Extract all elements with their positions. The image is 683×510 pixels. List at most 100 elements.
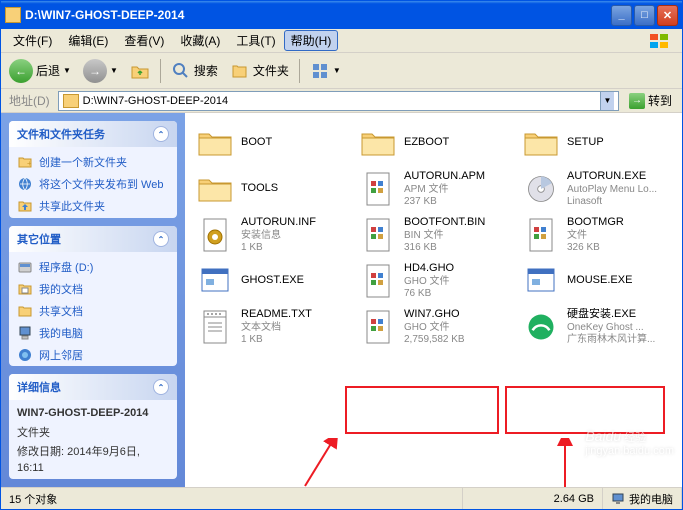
place-link[interactable]: 共享文档 [17,302,169,320]
windows-logo-icon [642,31,678,51]
file-name: BOOTFONT.BIN [404,216,509,229]
maximize-button[interactable]: □ [634,5,655,26]
file-item[interactable]: BOOTMGR文件326 KB [519,213,674,257]
file-name: 硬盘安装.EXE [567,308,672,321]
file-name: BOOTMGR [567,216,672,229]
place-link[interactable]: 程序盘 (D:) [17,258,169,276]
place-link[interactable]: 我的电脑 [17,324,169,342]
views-icon [310,61,330,81]
computer-icon [611,492,625,506]
up-button[interactable] [126,59,154,83]
task-link[interactable]: 将这个文件夹发布到 Web [17,175,169,193]
file-item[interactable]: WIN7.GHOGHO 文件2,759,582 KB [356,305,511,349]
menu-view[interactable]: 查看(V) [116,30,172,51]
file-icon [195,307,235,347]
status-size: 2.64 GB [463,488,603,509]
address-input[interactable]: D:\WIN7-GHOST-DEEP-2014 ▼ [58,91,619,111]
back-button[interactable]: ← 后退 ▼ [5,57,75,85]
folder-up-icon [130,61,150,81]
forward-button[interactable]: → ▼ [79,57,122,85]
file-name: AUTORUN.APM [404,170,509,183]
file-name: TOOLS [241,182,346,195]
file-icon [358,123,398,163]
menu-file[interactable]: 文件(F) [5,30,60,51]
file-icon [521,123,561,163]
file-icon [521,169,561,209]
detail-type: 文件夹 [17,426,169,441]
sidebar: 文件和文件夹任务 ⌃ +创建一个新文件夹将这个文件夹发布到 Web共享此文件夹 … [1,113,185,487]
file-item[interactable]: EZBOOT [356,121,511,165]
go-button[interactable]: → 转到 [623,92,678,109]
file-name: GHOST.EXE [241,274,346,287]
place-icon [17,303,33,319]
menu-edit[interactable]: 编辑(E) [60,30,116,51]
place-link[interactable]: 网上邻居 [17,346,169,364]
close-button[interactable]: ✕ [657,5,678,26]
chevron-down-icon: ▼ [110,66,118,75]
toolbar: ← 后退 ▼ → ▼ 搜索 文件夹 [1,53,682,89]
file-item[interactable]: AUTORUN.EXEAutoPlay Menu Lo...Linasoft [519,167,674,211]
statusbar: 15 个对象 2.64 GB 我的电脑 [1,487,682,509]
file-item[interactable]: MOUSE.EXE [519,259,674,303]
task-icon: + [17,154,33,170]
panel-details-header[interactable]: 详细信息 ⌃ [9,374,177,400]
file-icon [358,169,398,209]
minimize-button[interactable]: _ [611,5,632,26]
arrow-icon [300,438,340,487]
panel-places: 其它位置 ⌃ 程序盘 (D:) 我的文档共享文档我的电脑网上邻居 [9,226,177,366]
file-icon [358,261,398,301]
folder-icon [5,7,21,23]
chevron-down-icon: ▼ [333,66,341,75]
menu-tools[interactable]: 工具(T) [228,30,283,51]
folders-button[interactable]: 文件夹 [226,59,293,83]
menu-favorites[interactable]: 收藏(A) [172,30,228,51]
chevron-down-icon: ▼ [63,66,71,75]
file-item[interactable]: BOOT [193,121,348,165]
detail-name: WIN7-GHOST-DEEP-2014 [17,406,169,421]
svg-text:+: + [27,159,32,168]
folder-icon [63,94,79,108]
panel-details: 详细信息 ⌃ WIN7-GHOST-DEEP-2014 文件夹 修改日期: 20… [9,374,177,479]
annotation-highlight [345,386,499,434]
file-list[interactable]: BOOTEZBOOT SETUP TOOLS AUTORUN.APMAPM 文件237… [185,113,682,487]
panel-places-header[interactable]: 其它位置 ⌃ [9,226,177,252]
file-item[interactable]: README.TXT文本文档1 KB [193,305,348,349]
file-item[interactable]: HD4.GHOGHO 文件76 KB [356,259,511,303]
place-icon [17,259,33,275]
separator [299,59,300,83]
separator [160,59,161,83]
explorer-window: D:\WIN7-GHOST-DEEP-2014 _ □ ✕ 文件(F) 编辑(E… [0,0,683,510]
file-item[interactable]: TOOLS [193,167,348,211]
file-icon [521,307,561,347]
address-dropdown[interactable]: ▼ [600,92,614,110]
file-name: AUTORUN.INF [241,216,346,229]
file-icon [521,215,561,255]
status-location: 我的电脑 [603,488,682,509]
place-icon [17,325,33,341]
file-item[interactable]: AUTORUN.APMAPM 文件237 KB [356,167,511,211]
search-button[interactable]: 搜索 [167,59,222,83]
file-icon [358,215,398,255]
place-link[interactable]: 我的文档 [17,280,169,298]
place-icon [17,281,33,297]
file-item[interactable]: GHOST.EXE [193,259,348,303]
file-icon [358,307,398,347]
views-button[interactable]: ▼ [306,59,345,83]
place-icon [17,347,33,363]
file-item[interactable]: 硬盘安装.EXEOneKey Ghost ...广东雨林木风计算... [519,305,674,349]
chevron-up-icon: ⌃ [153,379,169,395]
file-name: WIN7.GHO [404,308,509,321]
menu-help[interactable]: 帮助(H) [284,30,339,51]
file-item[interactable]: AUTORUN.INF安装信息1 KB [193,213,348,257]
task-icon [17,198,33,214]
chevron-up-icon: ⌃ [153,231,169,247]
file-icon [195,261,235,301]
file-item[interactable]: SETUP [519,121,674,165]
file-name: AUTORUN.EXE [567,170,672,183]
titlebar[interactable]: D:\WIN7-GHOST-DEEP-2014 _ □ ✕ [1,1,682,29]
panel-tasks-header[interactable]: 文件和文件夹任务 ⌃ [9,121,177,147]
file-name: SETUP [567,136,672,149]
task-link[interactable]: 共享此文件夹 [17,197,169,215]
task-link[interactable]: +创建一个新文件夹 [17,153,169,171]
file-item[interactable]: BOOTFONT.BINBIN 文件316 KB [356,213,511,257]
